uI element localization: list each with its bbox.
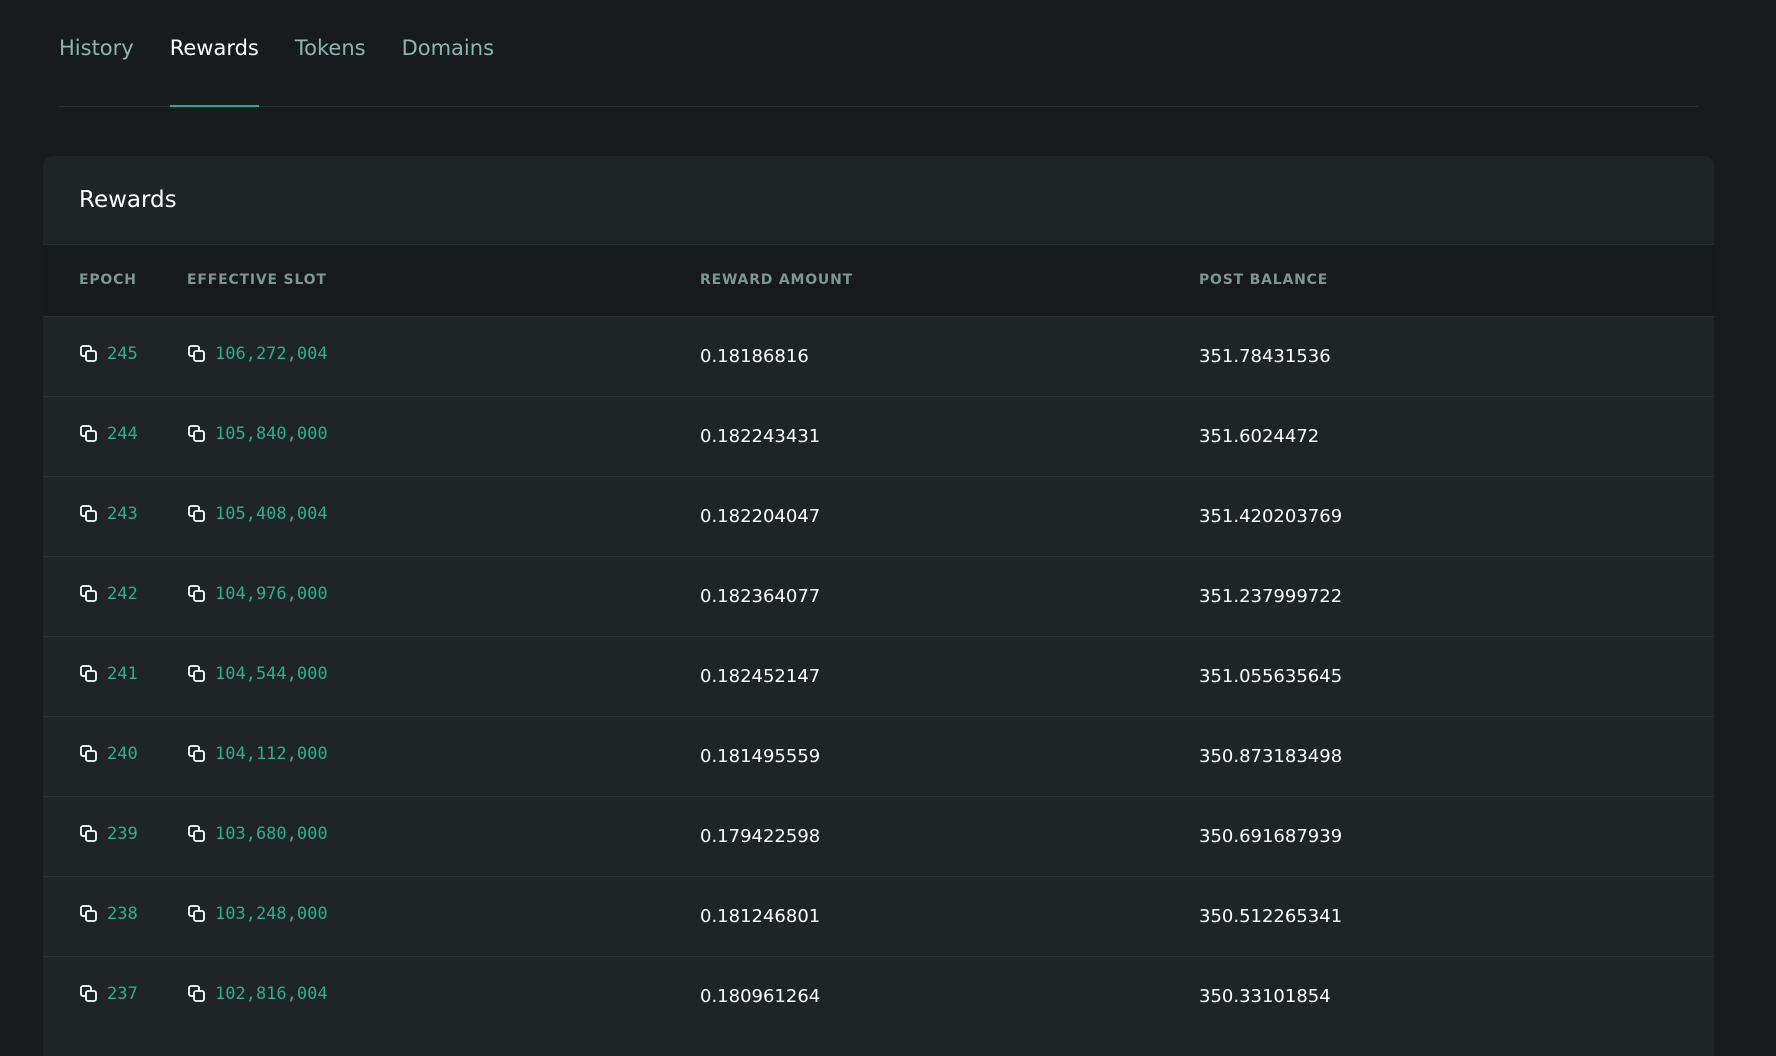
post-balance: 350.33101854 — [1199, 985, 1331, 1007]
reward-amount: 0.182204047 — [700, 505, 821, 527]
copy-icon[interactable] — [187, 744, 207, 764]
slot-link[interactable]: 104,112,000 — [215, 744, 328, 764]
epoch-link[interactable]: 245 — [107, 344, 138, 364]
table-row: 238 103,248,000 0.181246801 350.51226534… — [43, 876, 1714, 956]
reward-amount: 0.179422598 — [700, 825, 821, 847]
slot-cell: 102,816,004 — [187, 984, 328, 1004]
card-title: Rewards — [79, 187, 177, 213]
table-row: 244 105,840,000 0.182243431 351.6024472 — [43, 396, 1714, 476]
copy-icon[interactable] — [79, 424, 99, 444]
copy-icon[interactable] — [79, 584, 99, 604]
reward-amount: 0.182364077 — [700, 585, 821, 607]
slot-link[interactable]: 104,976,000 — [215, 584, 328, 604]
epoch-link[interactable]: 243 — [107, 504, 138, 524]
epoch-link[interactable]: 244 — [107, 424, 138, 444]
post-balance: 350.873183498 — [1199, 745, 1343, 767]
tab-domains[interactable]: Domains — [402, 0, 494, 106]
epoch-cell: 243 — [79, 504, 138, 524]
copy-icon[interactable] — [79, 504, 99, 524]
reward-amount: 0.181495559 — [700, 745, 821, 767]
copy-icon[interactable] — [79, 664, 99, 684]
slot-cell: 104,544,000 — [187, 664, 328, 684]
reward-amount: 0.182452147 — [700, 665, 821, 687]
copy-icon[interactable] — [79, 344, 99, 364]
post-balance: 351.420203769 — [1199, 505, 1343, 527]
rewards-card: Rewards EPOCH EFFECTIVE SLOT REWARD AMOU… — [43, 156, 1714, 1056]
table-row: 245 106,272,004 0.18186816 351.78431536 — [43, 316, 1714, 396]
copy-icon[interactable] — [187, 584, 207, 604]
post-balance: 351.237999722 — [1199, 585, 1343, 607]
table-row: 242 104,976,000 0.182364077 351.23799972… — [43, 556, 1714, 636]
epoch-cell: 245 — [79, 344, 138, 364]
post-balance: 351.055635645 — [1199, 665, 1343, 687]
card-header: Rewards — [43, 156, 1714, 245]
tab-rewards[interactable]: Rewards — [169, 0, 260, 107]
epoch-link[interactable]: 242 — [107, 584, 138, 604]
copy-icon[interactable] — [79, 984, 99, 1004]
copy-icon[interactable] — [79, 904, 99, 924]
header-reward-amount: REWARD AMOUNT — [700, 272, 853, 289]
slot-link[interactable]: 102,816,004 — [215, 984, 328, 1004]
slot-link[interactable]: 105,840,000 — [215, 424, 328, 444]
reward-amount: 0.180961264 — [700, 985, 821, 1007]
copy-icon[interactable] — [79, 744, 99, 764]
epoch-cell: 239 — [79, 824, 138, 844]
epoch-link[interactable]: 237 — [107, 984, 138, 1004]
slot-cell: 105,840,000 — [187, 424, 328, 444]
copy-icon[interactable] — [187, 504, 207, 524]
epoch-cell: 242 — [79, 584, 138, 604]
tab-bar: History Rewards Tokens Domains — [59, 0, 1698, 107]
rewards-table: EPOCH EFFECTIVE SLOT REWARD AMOUNT POST … — [43, 245, 1714, 1036]
slot-link[interactable]: 106,272,004 — [215, 344, 328, 364]
epoch-cell: 238 — [79, 904, 138, 924]
tab-tokens[interactable]: Tokens — [295, 0, 366, 106]
post-balance: 351.6024472 — [1199, 425, 1320, 447]
copy-icon[interactable] — [187, 824, 207, 844]
slot-link[interactable]: 103,248,000 — [215, 904, 328, 924]
copy-icon[interactable] — [187, 904, 207, 924]
table-body: 245 106,272,004 0.18186816 351.78431536 — [43, 316, 1714, 1036]
slot-link[interactable]: 104,544,000 — [215, 664, 328, 684]
post-balance: 350.512265341 — [1199, 905, 1343, 927]
reward-amount: 0.181246801 — [700, 905, 821, 927]
slot-cell: 103,248,000 — [187, 904, 328, 924]
epoch-cell: 237 — [79, 984, 138, 1004]
reward-amount: 0.18186816 — [700, 345, 809, 367]
table-row: 239 103,680,000 0.179422598 350.69168793… — [43, 796, 1714, 876]
copy-icon[interactable] — [187, 344, 207, 364]
slot-cell: 104,976,000 — [187, 584, 328, 604]
header-effective-slot: EFFECTIVE SLOT — [187, 272, 327, 289]
table-header-row: EPOCH EFFECTIVE SLOT REWARD AMOUNT POST … — [43, 245, 1714, 316]
tab-history[interactable]: History — [59, 0, 134, 106]
table-row: 241 104,544,000 0.182452147 351.05563564… — [43, 636, 1714, 716]
slot-cell: 104,112,000 — [187, 744, 328, 764]
slot-link[interactable]: 105,408,004 — [215, 504, 328, 524]
slot-cell: 105,408,004 — [187, 504, 328, 524]
slot-cell: 106,272,004 — [187, 344, 328, 364]
copy-icon[interactable] — [79, 824, 99, 844]
epoch-link[interactable]: 241 — [107, 664, 138, 684]
epoch-link[interactable]: 240 — [107, 744, 138, 764]
post-balance: 350.691687939 — [1199, 825, 1343, 847]
slot-cell: 103,680,000 — [187, 824, 328, 844]
epoch-cell: 240 — [79, 744, 138, 764]
header-epoch: EPOCH — [79, 272, 137, 289]
epoch-cell: 241 — [79, 664, 138, 684]
table-row: 240 104,112,000 0.181495559 350.87318349… — [43, 716, 1714, 796]
copy-icon[interactable] — [187, 664, 207, 684]
copy-icon[interactable] — [187, 984, 207, 1004]
copy-icon[interactable] — [187, 424, 207, 444]
epoch-link[interactable]: 238 — [107, 904, 138, 924]
header-post-balance: POST BALANCE — [1199, 272, 1329, 289]
post-balance: 351.78431536 — [1199, 345, 1331, 367]
table-row: 237 102,816,004 0.180961264 350.33101854 — [43, 956, 1714, 1036]
epoch-link[interactable]: 239 — [107, 824, 138, 844]
table-row: 243 105,408,004 0.182204047 351.42020376… — [43, 476, 1714, 556]
slot-link[interactable]: 103,680,000 — [215, 824, 328, 844]
epoch-cell: 244 — [79, 424, 138, 444]
reward-amount: 0.182243431 — [700, 425, 821, 447]
